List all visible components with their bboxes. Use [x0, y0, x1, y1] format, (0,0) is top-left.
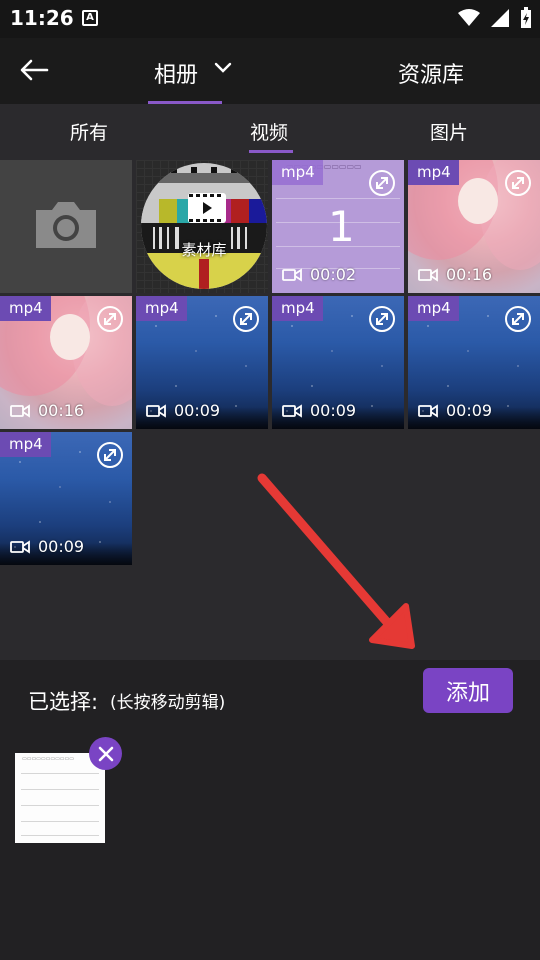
- material-library-tile[interactable]: 素材库: [136, 160, 268, 293]
- clip-preview-line: [21, 773, 99, 774]
- video-camera-icon: [418, 267, 438, 282]
- expand-icon[interactable]: [504, 169, 532, 197]
- status-bar: 11:26 A: [0, 0, 540, 38]
- remove-clip-button[interactable]: [89, 737, 122, 770]
- clip-preview-line: [21, 789, 99, 790]
- signal-icon: [491, 9, 509, 27]
- duration-text: 00:09: [38, 537, 85, 556]
- expand-icon[interactable]: [232, 305, 260, 333]
- duration-text: 00:16: [446, 265, 493, 284]
- filter-tab-video-indicator: [249, 150, 293, 153]
- library-label: 素材库: [181, 241, 227, 259]
- expand-icon[interactable]: [96, 441, 124, 469]
- video-duration: 00:16: [418, 265, 492, 284]
- filter-tab-image[interactable]: 图片: [430, 118, 468, 145]
- back-button[interactable]: [14, 52, 54, 88]
- add-button[interactable]: 添加: [423, 668, 513, 713]
- thumbnail-art: [50, 314, 90, 360]
- tab-album-label: 相册: [154, 63, 199, 88]
- duration-text: 00:16: [38, 401, 85, 420]
- format-badge: mp4: [408, 296, 459, 321]
- doc-divider: [276, 198, 400, 199]
- video-item[interactable]: mp4 00:09: [136, 296, 268, 429]
- expand-icon[interactable]: [368, 169, 396, 197]
- duration-text: 00:09: [446, 401, 493, 420]
- selected-label: 已选择:: [28, 690, 99, 714]
- status-time: 11:26: [10, 6, 74, 30]
- duration-text: 00:09: [174, 401, 221, 420]
- video-camera-icon: [282, 267, 302, 282]
- selected-clip[interactable]: ▭▭▭▭▭▭▭▭▭▭▭: [15, 753, 105, 843]
- video-duration: 00:09: [282, 401, 356, 420]
- clip-preview-line: [21, 835, 99, 836]
- video-item[interactable]: mp4 00:09: [272, 296, 404, 429]
- video-duration: 00:02: [282, 265, 356, 284]
- video-duration: 00:16: [10, 401, 84, 420]
- video-camera-icon: [146, 403, 166, 418]
- format-badge: mp4: [272, 160, 323, 185]
- format-badge: mp4: [272, 296, 323, 321]
- duration-text: 00:09: [310, 401, 357, 420]
- camera-tile[interactable]: [0, 160, 132, 293]
- tab-library[interactable]: 资源库: [398, 57, 464, 89]
- video-item[interactable]: ▭▭▭▭▭▭▭▭▭▭ 1 mp4 00:02: [272, 160, 404, 293]
- camera-icon: [36, 202, 96, 248]
- video-item[interactable]: mp4 00:16: [408, 160, 540, 293]
- format-badge: mp4: [0, 432, 51, 457]
- test-pattern-image: [141, 163, 267, 289]
- video-camera-icon: [282, 403, 302, 418]
- library-thumbnail: 素材库: [141, 163, 267, 289]
- filter-tab-all[interactable]: 所有: [70, 118, 108, 145]
- expand-icon[interactable]: [368, 305, 396, 333]
- video-duration: 00:09: [418, 401, 492, 420]
- thumbnail-art: [458, 178, 498, 224]
- clip-preview-line: [21, 821, 99, 822]
- video-duration: 00:09: [146, 401, 220, 420]
- duration-text: 00:02: [310, 265, 357, 284]
- expand-icon[interactable]: [96, 305, 124, 333]
- close-icon: [98, 746, 113, 761]
- format-badge: mp4: [0, 296, 51, 321]
- video-item[interactable]: mp4 00:09: [0, 432, 132, 565]
- format-badge: mp4: [408, 160, 459, 185]
- battery-icon: [521, 7, 531, 28]
- wifi-icon: [458, 9, 480, 26]
- clip-preview-text: ▭▭▭▭▭▭▭▭▭▭▭: [22, 756, 74, 762]
- filter-bar: 所有 视频 图片: [0, 104, 540, 160]
- notification-icon: A: [82, 10, 98, 26]
- tab-album[interactable]: 相册: [148, 38, 232, 104]
- video-item[interactable]: mp4 00:16: [0, 296, 132, 429]
- chevron-down-icon: [214, 62, 232, 73]
- format-badge: mp4: [136, 296, 187, 321]
- clip-preview-line: [21, 805, 99, 806]
- video-camera-icon: [10, 403, 30, 418]
- top-bar: 相册 资源库: [0, 38, 540, 104]
- video-item[interactable]: mp4 00:09: [408, 296, 540, 429]
- video-camera-icon: [418, 403, 438, 418]
- video-camera-icon: [10, 539, 30, 554]
- video-duration: 00:09: [10, 537, 84, 556]
- expand-icon[interactable]: [504, 305, 532, 333]
- doc-thumb-number: 1: [328, 202, 355, 251]
- selection-panel: 已选择: (长按移动剪辑) 添加 ▭▭▭▭▭▭▭▭▭▭▭: [0, 660, 540, 960]
- arrow-left-icon: [20, 59, 49, 81]
- filter-tab-video[interactable]: 视频: [250, 118, 288, 145]
- selected-hint: (长按移动剪辑): [110, 693, 226, 713]
- status-icons: [458, 6, 532, 30]
